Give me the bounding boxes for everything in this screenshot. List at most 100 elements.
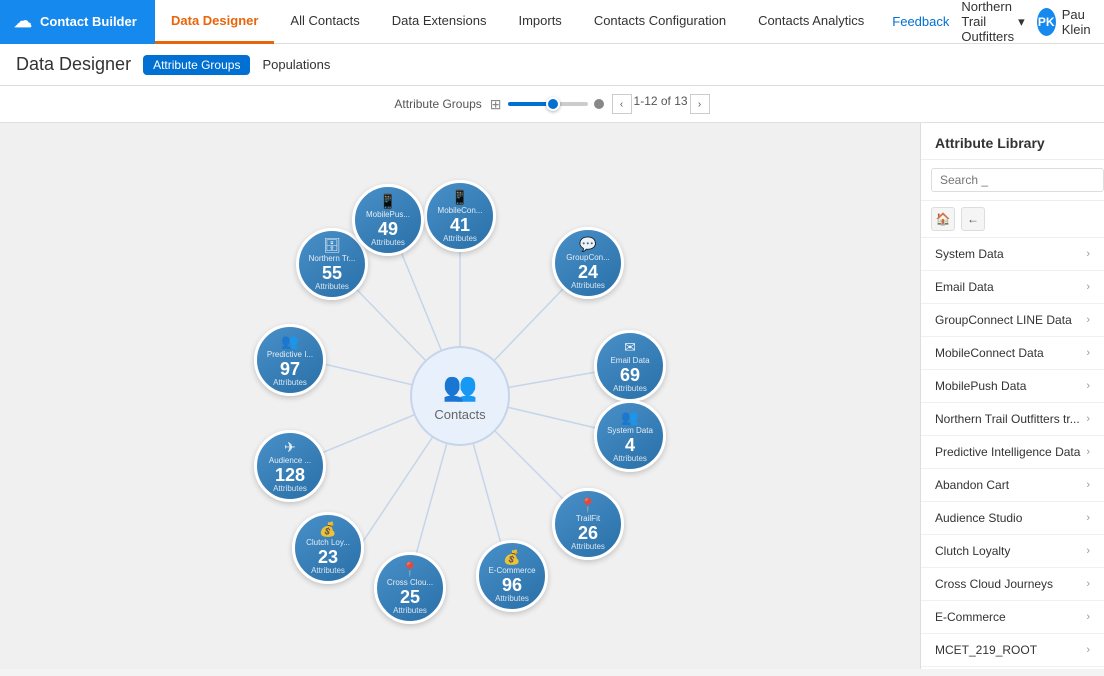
node-groupcon[interactable]: 💬 GroupCon... 24 Attributes <box>552 227 624 299</box>
center-contacts-node: 👥 Contacts <box>410 346 510 446</box>
node-mobilecon[interactable]: 📱 MobileCon... 41 Attributes <box>424 180 496 252</box>
trailfit-count: 26 <box>578 524 598 542</box>
chevron-right-icon: › <box>1086 545 1090 557</box>
chevron-right-icon: › <box>1086 281 1090 293</box>
crosscloud-attr: Attributes <box>393 606 427 615</box>
tab-contacts-config[interactable]: Contacts Configuration <box>578 0 742 44</box>
app-name: Contact Builder <box>40 14 137 29</box>
attr-list-item[interactable]: MCET_219_ROOT› <box>921 634 1104 667</box>
back-icon-btn[interactable]: ← <box>961 207 985 231</box>
clutch-icon: 💰 <box>319 521 336 538</box>
node-ecommerce[interactable]: 💰 E-Commerce 96 Attributes <box>476 540 548 612</box>
node-cross-cloud[interactable]: 📍 Cross Clou... 25 Attributes <box>374 552 446 624</box>
chevron-right-icon: › <box>1086 512 1090 524</box>
page-title: Data Designer <box>16 54 131 75</box>
org-name: Northern Trail Outfitters <box>961 0 1014 44</box>
node-predictive[interactable]: 👥 Predictive I... 97 Attributes <box>254 324 326 396</box>
attribute-groups-badge[interactable]: Attribute Groups <box>143 55 250 75</box>
system-attr: Attributes <box>613 454 647 463</box>
search-input[interactable] <box>931 168 1104 192</box>
chevron-right-icon: › <box>1086 479 1090 491</box>
slider-dot <box>594 99 604 109</box>
breadcrumb-nav: 🏠 ← <box>921 201 1104 238</box>
node-clutch[interactable]: 💰 Clutch Loy... 23 Attributes <box>292 512 364 584</box>
crosscloud-count: 25 <box>400 588 420 606</box>
tab-all-contacts[interactable]: All Contacts <box>274 0 375 44</box>
chevron-right-icon: › <box>1086 380 1090 392</box>
chevron-right-icon: › <box>1086 413 1090 425</box>
attr-list: System Data › Email Data › GroupConnect LINE… <box>921 238 1104 669</box>
chevron-right-icon: › <box>1086 347 1090 359</box>
attr-list-item[interactable]: Clutch Loyalty › <box>921 535 1104 568</box>
page-next-btn[interactable]: › <box>690 94 710 114</box>
attr-item-label: Northern Trail Outfitters tr... <box>935 412 1080 426</box>
attr-list-item[interactable]: Predictive Intelligence Data › <box>921 436 1104 469</box>
main-content: 👥 Contacts 📱 MobileCon... 41 Attributes … <box>0 123 1104 669</box>
grid-icon: ⊞ <box>490 96 502 113</box>
page-nav: ‹ 1-12 of 13 › <box>612 94 710 114</box>
org-dropdown-icon: ▾ <box>1018 14 1025 30</box>
tab-data-extensions[interactable]: Data Extensions <box>376 0 503 44</box>
groupcon-icon: 💬 <box>579 236 596 253</box>
attr-item-label: Clutch Loyalty <box>935 544 1010 558</box>
page-prev-btn[interactable]: ‹ <box>612 94 632 114</box>
node-system-data[interactable]: 👥 System Data 4 Attributes <box>594 400 666 472</box>
home-icon-btn[interactable]: 🏠 <box>931 207 955 231</box>
email-count: 69 <box>620 366 640 384</box>
attr-list-item[interactable]: System Data › <box>921 238 1104 271</box>
tab-contacts-analytics[interactable]: Contacts Analytics <box>742 0 880 44</box>
email-icon: ✉ <box>624 339 636 356</box>
attr-list-item[interactable]: Abandon Cart› <box>921 469 1104 502</box>
attr-list-item[interactable]: Purchase› <box>921 667 1104 669</box>
attr-list-item[interactable]: GroupConnect LINE Data› <box>921 304 1104 337</box>
groupcon-attr: Attributes <box>571 281 605 290</box>
chevron-right-icon: › <box>1086 446 1090 458</box>
tab-data-designer[interactable]: Data Designer <box>155 0 274 44</box>
attr-list-item[interactable]: Audience Studio› <box>921 502 1104 535</box>
attr-item-label: Email Data <box>935 280 994 294</box>
attr-list-item[interactable]: Northern Trail Outfitters tr... › <box>921 403 1104 436</box>
node-email-data[interactable]: ✉ Email Data 69 Attributes <box>594 330 666 402</box>
audience-attr: Attributes <box>273 484 307 493</box>
nav-tabs: Data Designer All Contacts Data Extensio… <box>155 0 880 44</box>
crosscloud-icon: 📍 <box>401 561 418 578</box>
predictive-count: 97 <box>280 360 300 378</box>
attr-item-label: System Data <box>935 247 1004 261</box>
zoom-slider[interactable] <box>508 102 588 106</box>
system-count: 4 <box>625 436 635 454</box>
node-audience[interactable]: ✈ Audience ... 128 Attributes <box>254 430 326 502</box>
org-selector[interactable]: Northern Trail Outfitters ▾ <box>961 0 1024 44</box>
node-trailfit[interactable]: 📍 TrailFit 26 Attributes <box>552 488 624 560</box>
attr-list-item[interactable]: MobileConnect Data › <box>921 337 1104 370</box>
page-info: 1-12 of 13 <box>634 94 688 114</box>
chevron-right-icon: › <box>1086 248 1090 260</box>
feedback-link[interactable]: Feedback <box>892 14 949 29</box>
attr-list-item[interactable]: Email Data › <box>921 271 1104 304</box>
attr-library-title: Attribute Library <box>921 123 1104 160</box>
attr-list-item[interactable]: E-Commerce› <box>921 601 1104 634</box>
attr-item-label: MobileConnect Data <box>935 346 1044 360</box>
contacts-label: Contacts <box>434 407 485 422</box>
attr-list-item[interactable]: Cross Cloud Journeys› <box>921 568 1104 601</box>
audience-icon: ✈ <box>284 439 296 456</box>
user-info[interactable]: PK Pau Klein ▾ <box>1037 7 1104 37</box>
clutch-count: 23 <box>318 548 338 566</box>
predictive-icon: 👥 <box>281 333 298 350</box>
northern-attr: Attributes <box>315 282 349 291</box>
node-mobilepush[interactable]: 📱 MobilePus... 49 Attributes <box>352 184 424 256</box>
attr-library-panel: Attribute Library 🔍 🏠 ← System Data›Emai… <box>920 123 1104 669</box>
diagram-wrapper: 👥 Contacts 📱 MobileCon... 41 Attributes … <box>200 156 720 636</box>
email-attr: Attributes <box>613 384 647 393</box>
mobilecon-icon: 📱 <box>451 189 468 206</box>
user-avatar: PK <box>1037 8 1056 36</box>
search-bar: 🔍 <box>921 160 1104 201</box>
chevron-right-icon: › <box>1086 644 1090 656</box>
tab-imports[interactable]: Imports <box>502 0 577 44</box>
attr-item-label: Predictive Intelligence Data <box>935 445 1080 459</box>
app-logo[interactable]: ☁ Contact Builder <box>0 0 155 44</box>
ecommerce-attr: Attributes <box>495 594 529 603</box>
attr-list-item[interactable]: MobilePush Data› <box>921 370 1104 403</box>
northern-count: 55 <box>322 264 342 282</box>
populations-link[interactable]: Populations <box>262 57 330 72</box>
audience-count: 128 <box>275 466 305 484</box>
